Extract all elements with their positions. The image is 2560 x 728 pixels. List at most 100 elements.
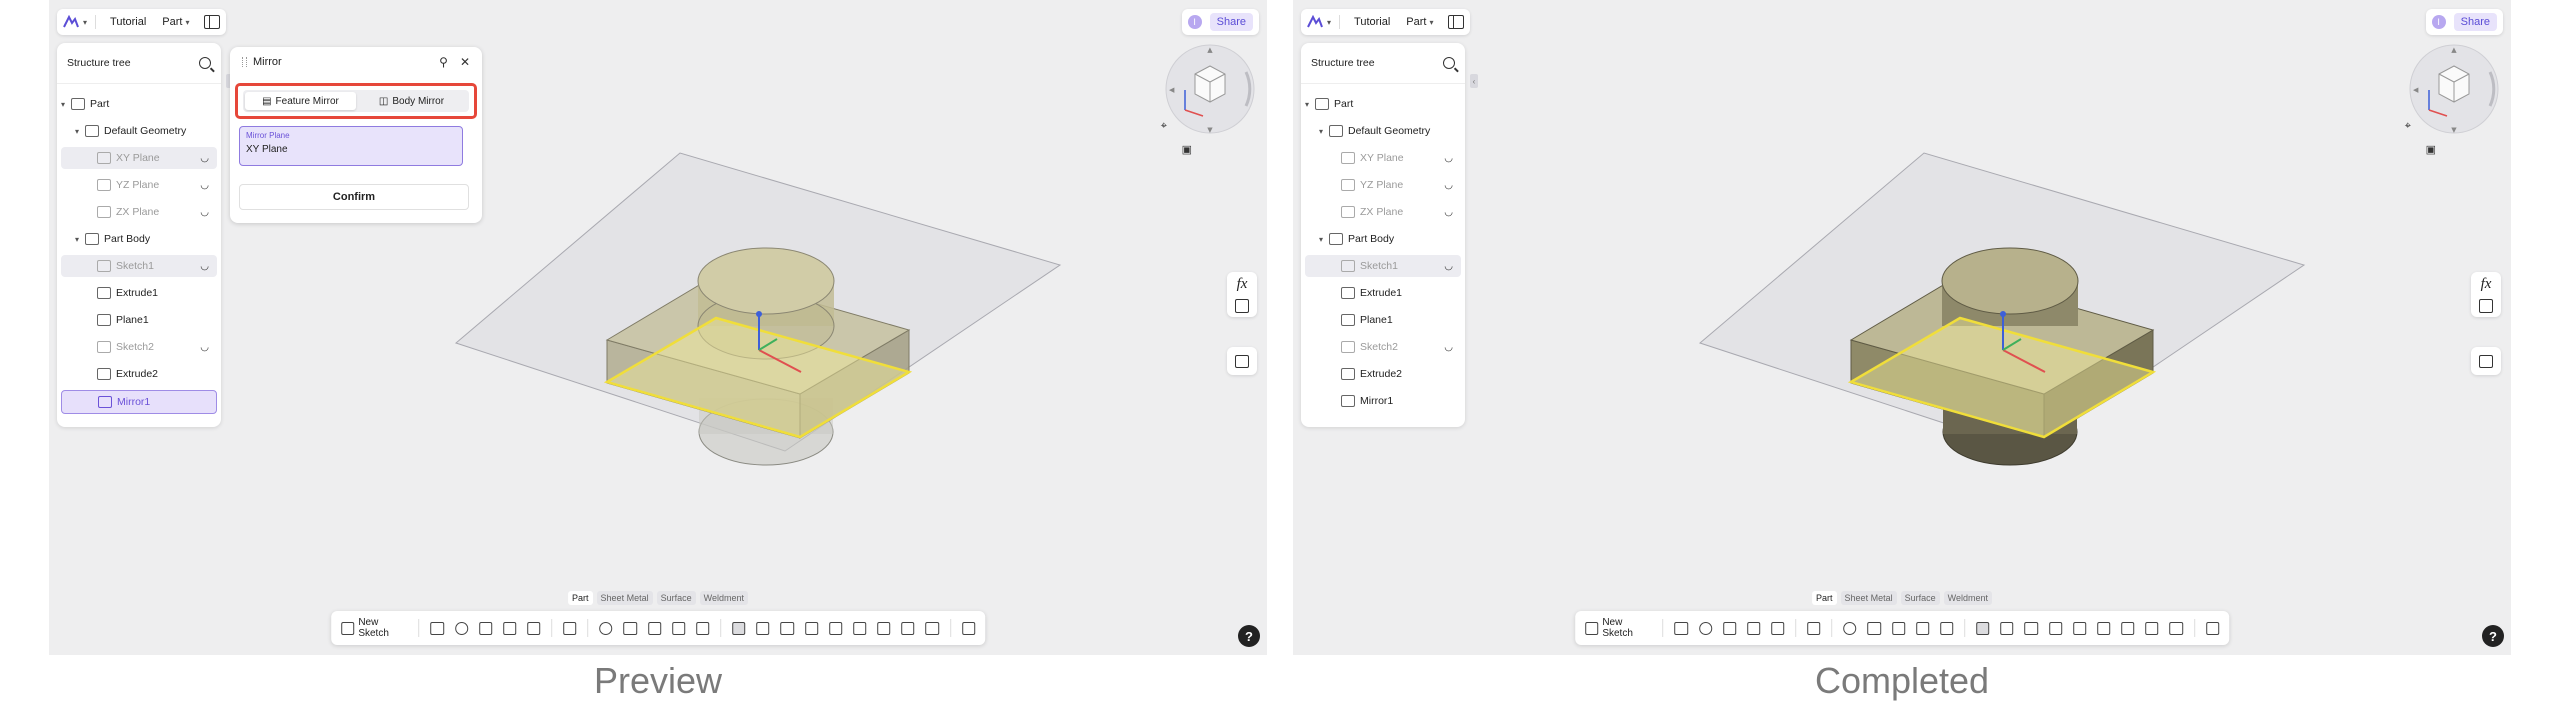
new-sketch-button[interactable]: New Sketch: [341, 617, 407, 639]
tree-item-sketch2[interactable]: Sketch2 ◡: [1305, 336, 1461, 358]
eye-closed-icon[interactable]: ◡: [200, 207, 209, 218]
tab-part[interactable]: Part: [1812, 591, 1837, 605]
chevron-down-icon[interactable]: ▾: [83, 18, 87, 27]
plane-tool-icon[interactable]: [925, 621, 939, 635]
view-mode-icon[interactable]: ▣: [1182, 143, 1192, 156]
chevron-down-icon[interactable]: ▾: [1305, 100, 1315, 109]
tree-item-part-body[interactable]: ▾ Part Body: [61, 228, 217, 250]
split-icon[interactable]: [2048, 621, 2062, 635]
eye-closed-icon[interactable]: ◡: [1444, 261, 1453, 272]
feature-mirror-option[interactable]: ▤ Feature Mirror: [245, 92, 356, 110]
tab-surface[interactable]: Surface: [1900, 591, 1940, 605]
box-icon[interactable]: [828, 621, 843, 635]
tree-item-part[interactable]: ▾ Part: [1305, 93, 1461, 115]
mirror-plane-field[interactable]: Mirror Plane XY Plane: [239, 126, 463, 166]
tab-surface[interactable]: Surface: [656, 591, 696, 605]
hole-icon[interactable]: [563, 621, 577, 635]
tab-sheet-metal[interactable]: Sheet Metal: [1840, 591, 1897, 605]
move-body-icon[interactable]: [853, 621, 867, 635]
share-button[interactable]: Share: [1209, 13, 1253, 31]
pin-icon[interactable]: ⚲: [439, 55, 448, 69]
shell-icon[interactable]: [671, 621, 686, 635]
extrude-icon[interactable]: [430, 621, 444, 635]
chevron-down-icon[interactable]: ▾: [1319, 127, 1329, 136]
scale-icon[interactable]: [2121, 621, 2135, 635]
view-mode-icon[interactable]: ▣: [2426, 143, 2436, 156]
combine-icon[interactable]: [780, 621, 794, 635]
view-cube[interactable]: ▲ ▼ ◀: [1163, 42, 1257, 136]
eye-closed-icon[interactable]: ◡: [1444, 153, 1453, 164]
chevron-down-icon[interactable]: ▾: [1327, 18, 1331, 27]
tree-item-default-geometry[interactable]: ▾ Default Geometry: [1305, 120, 1461, 142]
sweep-icon[interactable]: [1722, 621, 1737, 635]
panel-layout-icon[interactable]: [203, 15, 220, 29]
properties-button[interactable]: [1227, 347, 1257, 375]
split-icon[interactable]: [804, 621, 818, 635]
checklist-icon[interactable]: [1235, 299, 1249, 313]
pattern-icon[interactable]: [2000, 621, 2014, 635]
tree-item-sketch1[interactable]: Sketch1 ◡: [61, 255, 217, 277]
close-icon[interactable]: ✕: [460, 55, 470, 69]
panel-collapse-handle[interactable]: ‹: [1470, 74, 1478, 88]
chamfer-icon[interactable]: [623, 621, 637, 635]
eye-closed-icon[interactable]: ◡: [1444, 342, 1453, 353]
body-mirror-option[interactable]: ◫ Body Mirror: [356, 92, 467, 110]
part-menu[interactable]: Part ▾: [156, 16, 195, 28]
avatar[interactable]: I: [2431, 15, 2446, 29]
fx-formula-icon[interactable]: fx: [2481, 276, 2492, 293]
fit-view-icon[interactable]: ⌖: [2405, 120, 2411, 133]
mirror-icon[interactable]: [732, 621, 746, 635]
draft-icon[interactable]: [647, 621, 661, 635]
tree-item-extrude1[interactable]: Extrude1: [61, 282, 217, 304]
tree-item-part[interactable]: ▾ Part: [61, 93, 217, 115]
view-cube[interactable]: ▲ ▼ ◀: [2407, 42, 2501, 136]
eye-closed-icon[interactable]: ◡: [1444, 180, 1453, 191]
fillet-icon[interactable]: [1843, 621, 1857, 635]
tab-weldment[interactable]: Weldment: [699, 591, 748, 605]
loft-icon[interactable]: [503, 621, 517, 635]
measure-icon[interactable]: [961, 621, 975, 635]
part-menu[interactable]: Part ▾: [1400, 16, 1439, 28]
tree-item-xy-plane[interactable]: XY Plane ◡: [61, 147, 217, 169]
fx-formula-icon[interactable]: fx: [1237, 276, 1248, 293]
tree-item-default-geometry[interactable]: ▾ Default Geometry: [61, 120, 217, 142]
tab-part[interactable]: Part: [568, 591, 593, 605]
tab-sheet-metal[interactable]: Sheet Metal: [596, 591, 653, 605]
box-icon[interactable]: [2072, 621, 2087, 635]
hole-icon[interactable]: [1807, 621, 1821, 635]
drag-handle-icon[interactable]: [242, 57, 247, 67]
pattern-icon[interactable]: [756, 621, 770, 635]
tutorial-menu[interactable]: Tutorial: [1348, 16, 1396, 28]
checklist-icon[interactable]: [2479, 299, 2493, 313]
new-sketch-button[interactable]: New Sketch: [1585, 617, 1651, 639]
chevron-down-icon[interactable]: ▾: [75, 127, 85, 136]
mirror-icon[interactable]: [1976, 621, 1990, 635]
revolve-icon[interactable]: [454, 621, 468, 635]
tree-item-mirror1[interactable]: Mirror1: [61, 390, 217, 414]
chamfer-icon[interactable]: [1867, 621, 1881, 635]
avatar[interactable]: I: [1187, 15, 1202, 29]
delete-body-icon[interactable]: [2145, 621, 2159, 635]
eye-closed-icon[interactable]: ◡: [1444, 207, 1453, 218]
thicken-icon[interactable]: [696, 621, 710, 635]
eye-closed-icon[interactable]: ◡: [200, 261, 209, 272]
tree-item-zx-plane[interactable]: ZX Plane ◡: [61, 201, 217, 223]
search-icon[interactable]: [1443, 57, 1455, 69]
chevron-down-icon[interactable]: ▾: [1319, 235, 1329, 244]
chevron-down-icon[interactable]: ▾: [61, 100, 71, 109]
extrude-icon[interactable]: [1674, 621, 1688, 635]
properties-button[interactable]: [2471, 347, 2501, 375]
loft-icon[interactable]: [1747, 621, 1761, 635]
thicken-icon[interactable]: [1940, 621, 1954, 635]
chevron-down-icon[interactable]: ▾: [75, 235, 85, 244]
measure-icon[interactable]: [2205, 621, 2219, 635]
tree-item-plane1[interactable]: Plane1: [1305, 309, 1461, 331]
tab-weldment[interactable]: Weldment: [1943, 591, 1992, 605]
share-button[interactable]: Share: [2453, 13, 2497, 31]
tree-item-zx-plane[interactable]: ZX Plane ◡: [1305, 201, 1461, 223]
shell-icon[interactable]: [1915, 621, 1930, 635]
confirm-button[interactable]: Confirm: [239, 184, 469, 210]
rib-icon[interactable]: [527, 621, 541, 635]
search-icon[interactable]: [199, 57, 211, 69]
tree-item-extrude2[interactable]: Extrude2: [1305, 363, 1461, 385]
